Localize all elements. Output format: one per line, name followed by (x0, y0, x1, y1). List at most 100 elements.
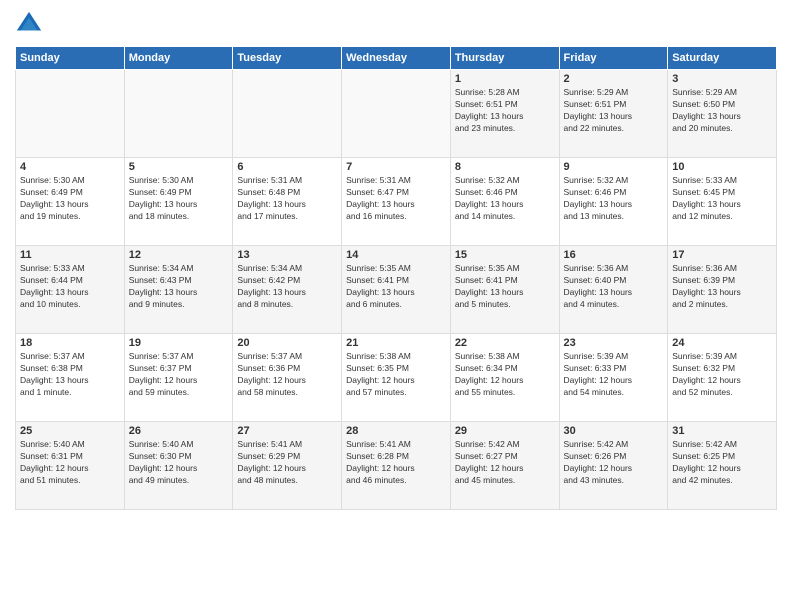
calendar-cell: 15Sunrise: 5:35 AM Sunset: 6:41 PM Dayli… (450, 246, 559, 334)
calendar-cell: 16Sunrise: 5:36 AM Sunset: 6:40 PM Dayli… (559, 246, 668, 334)
day-info: Sunrise: 5:38 AM Sunset: 6:35 PM Dayligh… (346, 351, 446, 399)
day-number: 13 (237, 249, 337, 261)
calendar-cell: 26Sunrise: 5:40 AM Sunset: 6:30 PM Dayli… (124, 422, 233, 510)
day-info: Sunrise: 5:32 AM Sunset: 6:46 PM Dayligh… (455, 175, 555, 223)
calendar-week-row: 18Sunrise: 5:37 AM Sunset: 6:38 PM Dayli… (16, 334, 777, 422)
calendar-table: SundayMondayTuesdayWednesdayThursdayFrid… (15, 46, 777, 510)
calendar-cell: 2 Sunrise: 5:29 AM Sunset: 6:51 PM Daylig… (559, 70, 668, 158)
weekday-header-sunday: Sunday (16, 47, 125, 70)
day-number: 28 (346, 425, 446, 437)
day-info: Sunrise: 5:33 AM Sunset: 6:44 PM Dayligh… (20, 263, 120, 311)
day-info: Sunrise: 5:32 AM Sunset: 6:46 PM Dayligh… (564, 175, 664, 223)
day-info: Sunrise: 5:36 AM Sunset: 6:39 PM Dayligh… (672, 263, 772, 311)
day-number: 23 (564, 337, 664, 349)
day-info: Sunrise: 5:34 AM Sunset: 6:42 PM Dayligh… (237, 263, 337, 311)
day-number: 14 (346, 249, 446, 261)
day-info: Sunrise: 5:30 AM Sunset: 6:49 PM Dayligh… (129, 175, 229, 223)
day-info: Sunrise: 5:39 AM Sunset: 6:33 PM Dayligh… (564, 351, 664, 399)
day-number: 8 (455, 161, 555, 173)
calendar-cell: 27 Sunrise: 5:41 AM Sunset: 6:29 PM Dayli… (233, 422, 342, 510)
day-number: 29 (455, 425, 555, 437)
day-number: 20 (237, 337, 337, 349)
page: SundayMondayTuesdayWednesdayThursdayFrid… (0, 0, 792, 612)
calendar-cell: 4 Sunrise: 5:30 AM Sunset: 6:49 PM Daylig… (16, 158, 125, 246)
calendar-week-row: 1Sunrise: 5:28 AM Sunset: 6:51 PM Daylig… (16, 70, 777, 158)
day-info: Sunrise: 5:35 AM Sunset: 6:41 PM Dayligh… (346, 263, 446, 311)
calendar-cell: 24 Sunrise: 5:39 AM Sunset: 6:32 PM Dayli… (668, 334, 777, 422)
calendar-week-row: 25Sunrise: 5:40 AM Sunset: 6:31 PM Dayli… (16, 422, 777, 510)
day-number: 6 (237, 161, 337, 173)
day-info: Sunrise: 5:31 AM Sunset: 6:47 PM Dayligh… (346, 175, 446, 223)
logo (15, 10, 47, 38)
weekday-header-wednesday: Wednesday (342, 47, 451, 70)
day-number: 3 (672, 73, 772, 85)
weekday-header-friday: Friday (559, 47, 668, 70)
day-number: 31 (672, 425, 772, 437)
calendar-cell: 28Sunrise: 5:41 AM Sunset: 6:28 PM Dayli… (342, 422, 451, 510)
weekday-header-row: SundayMondayTuesdayWednesdayThursdayFrid… (16, 47, 777, 70)
calendar-cell: 17 Sunrise: 5:36 AM Sunset: 6:39 PM Dayli… (668, 246, 777, 334)
calendar-cell: 9 Sunrise: 5:32 AM Sunset: 6:46 PM Daylig… (559, 158, 668, 246)
calendar-cell: 30 Sunrise: 5:42 AM Sunset: 6:26 PM Dayli… (559, 422, 668, 510)
weekday-header-tuesday: Tuesday (233, 47, 342, 70)
calendar-cell: 29 Sunrise: 5:42 AM Sunset: 6:27 PM Dayli… (450, 422, 559, 510)
day-number: 21 (346, 337, 446, 349)
calendar-cell: 1Sunrise: 5:28 AM Sunset: 6:51 PM Daylig… (450, 70, 559, 158)
day-number: 12 (129, 249, 229, 261)
day-info: Sunrise: 5:31 AM Sunset: 6:48 PM Dayligh… (237, 175, 337, 223)
calendar-cell (342, 70, 451, 158)
calendar-cell: 6 Sunrise: 5:31 AM Sunset: 6:48 PM Daylig… (233, 158, 342, 246)
calendar-cell: 3 Sunrise: 5:29 AM Sunset: 6:50 PM Daylig… (668, 70, 777, 158)
day-number: 11 (20, 249, 120, 261)
day-info: Sunrise: 5:34 AM Sunset: 6:43 PM Dayligh… (129, 263, 229, 311)
day-number: 5 (129, 161, 229, 173)
calendar-cell: 7 Sunrise: 5:31 AM Sunset: 6:47 PM Daylig… (342, 158, 451, 246)
calendar-week-row: 11 Sunrise: 5:33 AM Sunset: 6:44 PM Dayli… (16, 246, 777, 334)
day-info: Sunrise: 5:30 AM Sunset: 6:49 PM Dayligh… (20, 175, 120, 223)
day-info: Sunrise: 5:42 AM Sunset: 6:27 PM Dayligh… (455, 439, 555, 487)
calendar-cell (124, 70, 233, 158)
day-info: Sunrise: 5:39 AM Sunset: 6:32 PM Dayligh… (672, 351, 772, 399)
day-number: 2 (564, 73, 664, 85)
day-number: 4 (20, 161, 120, 173)
day-number: 30 (564, 425, 664, 437)
day-number: 15 (455, 249, 555, 261)
day-info: Sunrise: 5:40 AM Sunset: 6:30 PM Dayligh… (129, 439, 229, 487)
day-number: 17 (672, 249, 772, 261)
day-number: 24 (672, 337, 772, 349)
calendar-cell: 14 Sunrise: 5:35 AM Sunset: 6:41 PM Dayli… (342, 246, 451, 334)
day-info: Sunrise: 5:29 AM Sunset: 6:51 PM Dayligh… (564, 87, 664, 135)
calendar-cell: 21 Sunrise: 5:38 AM Sunset: 6:35 PM Dayli… (342, 334, 451, 422)
day-info: Sunrise: 5:37 AM Sunset: 6:37 PM Dayligh… (129, 351, 229, 399)
weekday-header-thursday: Thursday (450, 47, 559, 70)
day-info: Sunrise: 5:37 AM Sunset: 6:36 PM Dayligh… (237, 351, 337, 399)
day-info: Sunrise: 5:28 AM Sunset: 6:51 PM Dayligh… (455, 87, 555, 135)
day-info: Sunrise: 5:37 AM Sunset: 6:38 PM Dayligh… (20, 351, 120, 399)
calendar-cell: 23 Sunrise: 5:39 AM Sunset: 6:33 PM Dayli… (559, 334, 668, 422)
day-number: 19 (129, 337, 229, 349)
logo-icon (15, 10, 43, 38)
day-info: Sunrise: 5:38 AM Sunset: 6:34 PM Dayligh… (455, 351, 555, 399)
day-number: 27 (237, 425, 337, 437)
calendar-cell (16, 70, 125, 158)
day-number: 7 (346, 161, 446, 173)
day-number: 9 (564, 161, 664, 173)
weekday-header-monday: Monday (124, 47, 233, 70)
day-info: Sunrise: 5:33 AM Sunset: 6:45 PM Dayligh… (672, 175, 772, 223)
day-info: Sunrise: 5:42 AM Sunset: 6:26 PM Dayligh… (564, 439, 664, 487)
header (15, 10, 777, 38)
day-info: Sunrise: 5:42 AM Sunset: 6:25 PM Dayligh… (672, 439, 772, 487)
calendar-cell: 20 Sunrise: 5:37 AM Sunset: 6:36 PM Dayli… (233, 334, 342, 422)
calendar-cell: 12 Sunrise: 5:34 AM Sunset: 6:43 PM Dayli… (124, 246, 233, 334)
calendar-cell: 22Sunrise: 5:38 AM Sunset: 6:34 PM Dayli… (450, 334, 559, 422)
calendar-cell: 25Sunrise: 5:40 AM Sunset: 6:31 PM Dayli… (16, 422, 125, 510)
day-info: Sunrise: 5:29 AM Sunset: 6:50 PM Dayligh… (672, 87, 772, 135)
calendar-cell: 5 Sunrise: 5:30 AM Sunset: 6:49 PM Daylig… (124, 158, 233, 246)
calendar-cell: 31 Sunrise: 5:42 AM Sunset: 6:25 PM Dayli… (668, 422, 777, 510)
calendar-cell (233, 70, 342, 158)
day-number: 16 (564, 249, 664, 261)
day-info: Sunrise: 5:41 AM Sunset: 6:29 PM Dayligh… (237, 439, 337, 487)
calendar-cell: 8 Sunrise: 5:32 AM Sunset: 6:46 PM Daylig… (450, 158, 559, 246)
calendar-cell: 13 Sunrise: 5:34 AM Sunset: 6:42 PM Dayli… (233, 246, 342, 334)
calendar-cell: 19 Sunrise: 5:37 AM Sunset: 6:37 PM Dayli… (124, 334, 233, 422)
